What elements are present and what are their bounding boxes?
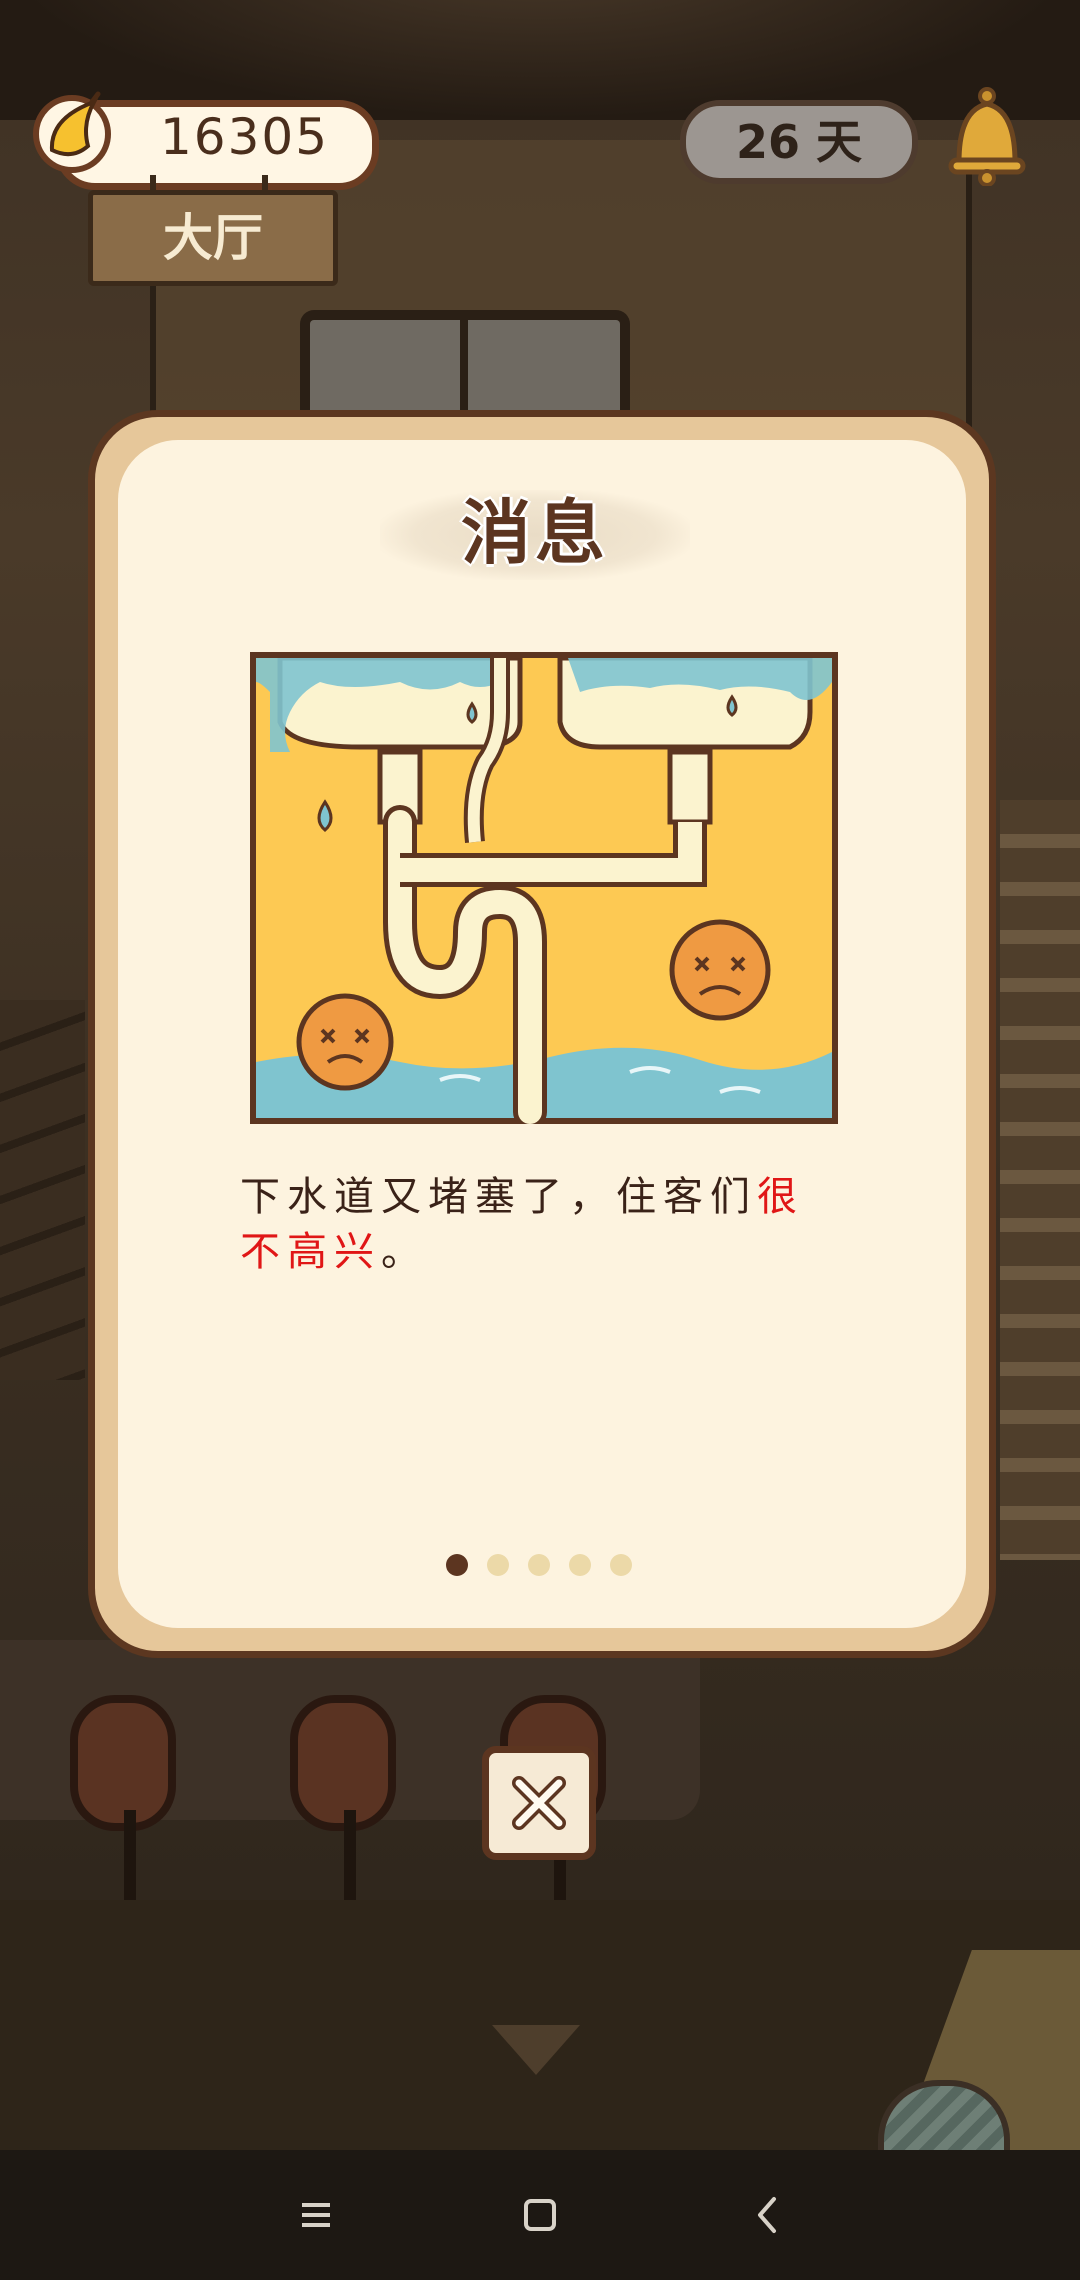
bottle-shelf	[0, 1000, 85, 1380]
days-counter: 26 天	[680, 100, 918, 184]
stool	[290, 1695, 396, 1831]
page-dot[interactable]	[569, 1554, 591, 1576]
clogged-drain-illustration	[250, 652, 838, 1124]
bell-icon[interactable]	[945, 86, 1029, 186]
message-text: 下水道又堵塞了，住客们	[240, 1174, 757, 1220]
banana-icon	[33, 91, 111, 173]
stool	[70, 1695, 176, 1831]
dialog-title: 消息	[461, 492, 609, 574]
scroll-down-arrow-icon[interactable]	[492, 2025, 580, 2075]
close-button[interactable]	[482, 1746, 596, 1860]
dialog-message: 下水道又堵塞了，住客们很不高兴。	[240, 1170, 850, 1290]
home-icon[interactable]	[510, 2185, 570, 2245]
page-dot[interactable]	[610, 1554, 632, 1576]
close-icon	[512, 1776, 566, 1830]
page-indicator	[440, 1554, 640, 1578]
page-dot-active[interactable]	[446, 1554, 468, 1576]
page-dot[interactable]	[487, 1554, 509, 1576]
page-dot[interactable]	[528, 1554, 550, 1576]
back-icon[interactable]	[738, 2185, 798, 2245]
striped-curtain	[1000, 800, 1080, 1560]
room-sign[interactable]: 大厅	[88, 190, 338, 286]
banana-count: 16305	[160, 108, 330, 166]
message-suffix: 。	[381, 1229, 428, 1275]
menu-icon[interactable]	[286, 2185, 346, 2245]
